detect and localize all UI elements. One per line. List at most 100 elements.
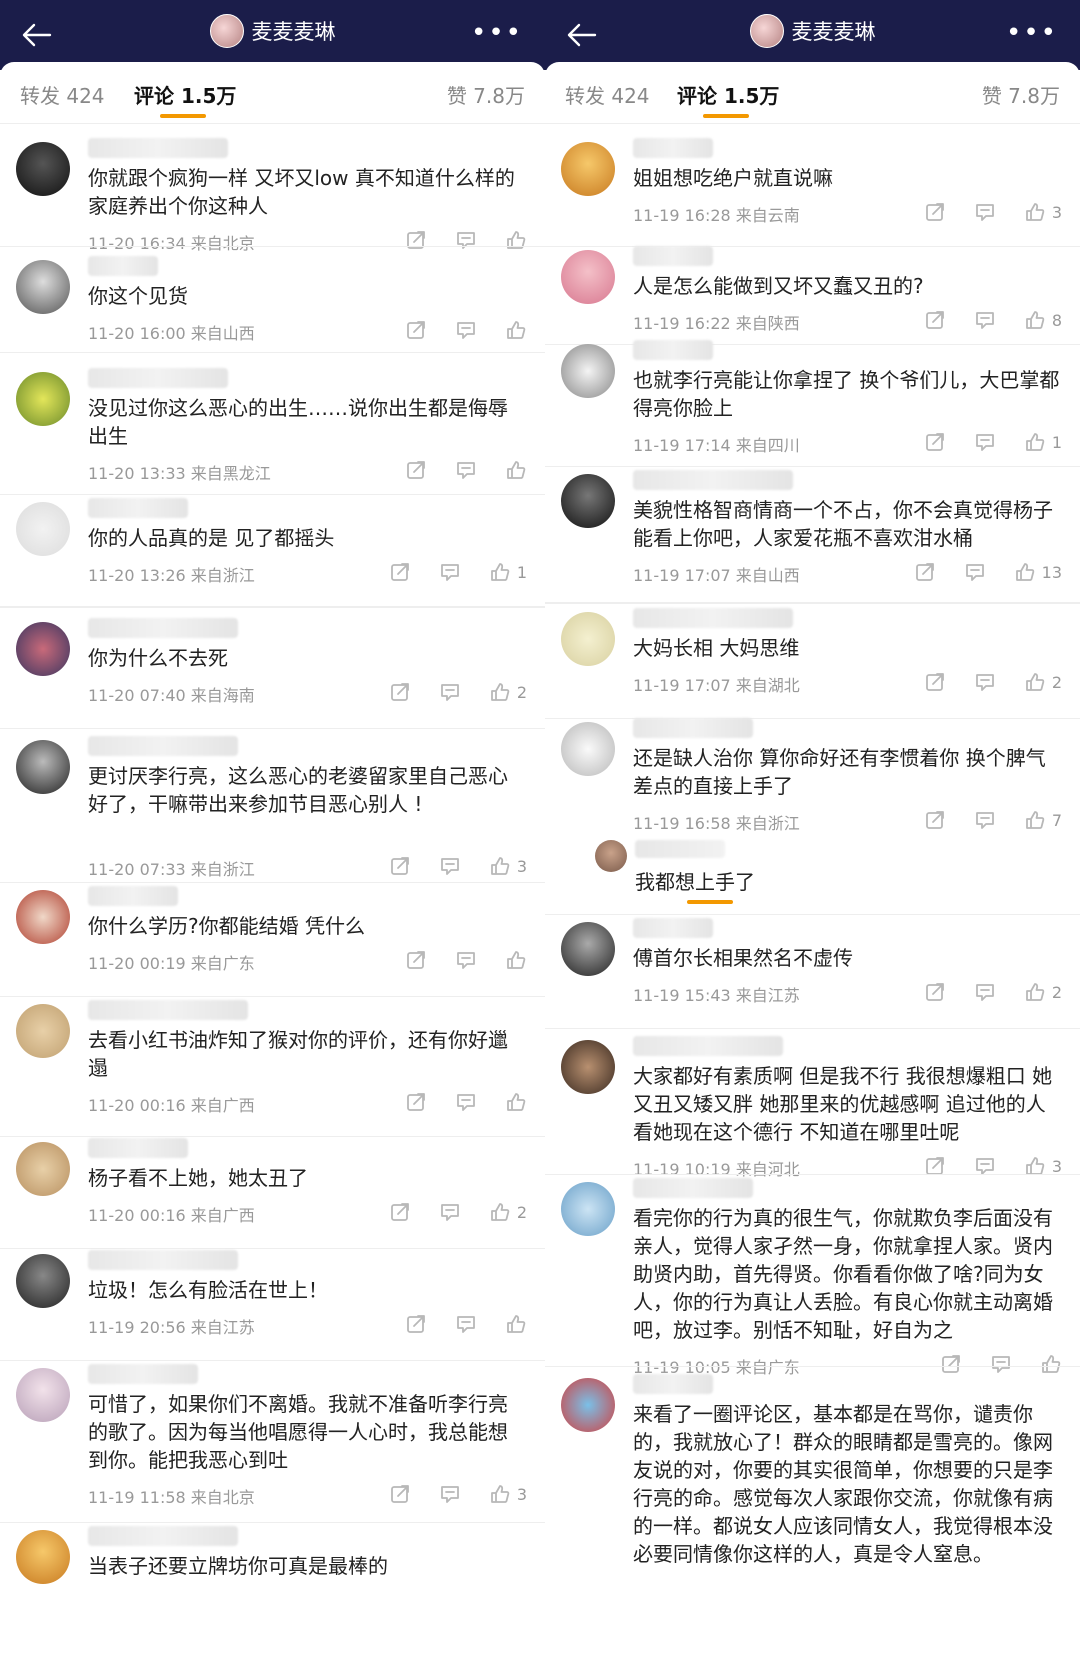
repost-icon[interactable] <box>405 319 427 341</box>
comment-icon[interactable] <box>439 1483 461 1505</box>
avatar[interactable] <box>561 344 615 398</box>
comment-icon[interactable] <box>974 981 996 1003</box>
comment-item[interactable]: 姐姐想吃绝户就直说嘛 11-19 16:28 来自云南 3 <box>545 136 1080 246</box>
like-icon[interactable] <box>505 949 527 971</box>
like-button[interactable]: 2 <box>489 681 527 703</box>
comment-item[interactable]: 你的人品真的是 见了都摇头 11-20 13:26 来自浙江 1 <box>0 496 545 606</box>
like-button[interactable]: 2 <box>1024 981 1062 1003</box>
comment-icon[interactable] <box>439 855 461 877</box>
repost-icon[interactable] <box>924 671 946 693</box>
avatar[interactable] <box>561 722 615 776</box>
repost-icon[interactable] <box>389 855 411 877</box>
comment-item[interactable]: 垃圾！怎么有脸活在世上！ 11-19 20:56 来自江苏 <box>0 1248 545 1360</box>
avatar[interactable] <box>561 1182 615 1236</box>
avatar[interactable] <box>561 474 615 528</box>
like-icon[interactable] <box>489 561 511 583</box>
like-icon[interactable] <box>489 681 511 703</box>
avatar[interactable] <box>16 1004 70 1058</box>
tab-repost[interactable]: 转发 424 <box>20 80 105 109</box>
comment-icon[interactable] <box>974 809 996 831</box>
avatar[interactable] <box>16 1530 70 1584</box>
avatar[interactable] <box>16 142 70 196</box>
like-button[interactable] <box>505 319 527 341</box>
avatar[interactable] <box>16 502 70 556</box>
comment-item[interactable]: 你什么学历?你都能结婚 凭什么 11-20 00:19 来自广东 <box>0 884 545 996</box>
avatar[interactable] <box>749 14 784 48</box>
avatar[interactable] <box>561 612 615 666</box>
like-button[interactable]: 1 <box>1024 431 1062 453</box>
comment-item[interactable]: 你这个见货 11-20 16:00 来自山西 <box>0 254 545 352</box>
comment-item[interactable]: 也就李行亮能让你拿捏了 换个爷们儿，大巴掌都得亮你脸上 11-19 17:14 来… <box>545 338 1080 466</box>
like-icon[interactable] <box>1024 981 1046 1003</box>
username-blurred[interactable] <box>633 246 713 266</box>
avatar[interactable] <box>16 890 70 944</box>
comment-icon[interactable] <box>455 229 477 251</box>
username-blurred[interactable] <box>633 470 793 490</box>
avatar[interactable] <box>16 622 70 676</box>
comment-item[interactable]: 没见过你这么恶心的出生……说你出生都是侮辱出生 11-20 13:33 来自黑龙江 <box>0 366 545 494</box>
like-button[interactable] <box>505 1091 527 1113</box>
like-icon[interactable] <box>505 229 527 251</box>
repost-icon[interactable] <box>405 1313 427 1335</box>
repost-icon[interactable] <box>924 981 946 1003</box>
comment-icon[interactable] <box>974 671 996 693</box>
comment-icon[interactable] <box>974 431 996 453</box>
username-blurred[interactable] <box>633 1374 713 1394</box>
repost-icon[interactable] <box>389 681 411 703</box>
like-button[interactable]: 3 <box>489 1483 527 1505</box>
comment-icon[interactable] <box>974 309 996 331</box>
avatar[interactable] <box>561 1378 615 1432</box>
username-blurred[interactable] <box>633 608 793 628</box>
username-blurred[interactable] <box>88 1000 248 1020</box>
like-button[interactable]: 8 <box>1024 309 1062 331</box>
comment-item[interactable]: 来看了一圈评论区，基本都是在骂你，谴责你的，我就放心了！群众的眼睛都是雪亮的。像… <box>545 1372 1080 1672</box>
comment-icon[interactable] <box>439 561 461 583</box>
username-blurred[interactable] <box>633 918 713 938</box>
comment-item[interactable]: 还是缺人治你 算你命好还有李惯着你 换个脾气差点的直接上手了 11-19 16:5… <box>545 716 1080 914</box>
comment-icon[interactable] <box>455 1091 477 1113</box>
comment-item[interactable]: 人是怎么能做到又坏又蠢又丑的? 11-19 16:22 来自陕西 8 <box>545 244 1080 344</box>
comment-icon[interactable] <box>974 201 996 223</box>
more-dots-icon[interactable]: ••• <box>1006 20 1058 46</box>
like-icon[interactable] <box>505 1091 527 1113</box>
repost-icon[interactable] <box>924 201 946 223</box>
like-icon[interactable] <box>1024 431 1046 453</box>
comment-icon[interactable] <box>439 1201 461 1223</box>
repost-icon[interactable] <box>389 1201 411 1223</box>
repost-icon[interactable] <box>924 809 946 831</box>
avatar[interactable] <box>16 1254 70 1308</box>
comment-icon[interactable] <box>439 681 461 703</box>
like-icon[interactable] <box>489 855 511 877</box>
comment-icon[interactable] <box>455 319 477 341</box>
comment-icon[interactable] <box>455 949 477 971</box>
username-blurred[interactable] <box>633 718 753 738</box>
username-blurred[interactable] <box>633 138 713 158</box>
like-button[interactable]: 3 <box>1024 201 1062 223</box>
repost-icon[interactable] <box>924 431 946 453</box>
comment-icon[interactable] <box>455 1313 477 1335</box>
like-button[interactable]: 7 <box>1024 809 1062 831</box>
username-blurred[interactable] <box>633 1036 783 1056</box>
tab-likes[interactable]: 赞 7.8万 <box>982 80 1060 109</box>
like-icon[interactable] <box>489 1201 511 1223</box>
comment-item[interactable]: 更讨厌李行亮，这么恶心的老婆留家里自己恶心好了，干嘛带出来参加节目恶心别人 ! 1… <box>0 734 545 882</box>
like-icon[interactable] <box>505 319 527 341</box>
comment-icon[interactable] <box>964 561 986 583</box>
repost-icon[interactable] <box>389 1483 411 1505</box>
username-blurred[interactable] <box>88 886 178 906</box>
comment-item[interactable]: 你就跟个疯狗一样 又坏又low 真不知道什么样的家庭养出个你这种人 11-20 1… <box>0 136 545 253</box>
comment-item[interactable]: 可惜了，如果你们不离婚。我就不准备听李行亮的歌了。因为每当他唱愿得一人心时，我总… <box>0 1362 545 1522</box>
repost-icon[interactable] <box>914 561 936 583</box>
tab-comments[interactable]: 评论 1.5万 <box>677 80 779 109</box>
repost-icon[interactable] <box>405 459 427 481</box>
like-icon[interactable] <box>1024 809 1046 831</box>
like-button[interactable]: 2 <box>1024 671 1062 693</box>
like-icon[interactable] <box>1024 201 1046 223</box>
avatar[interactable] <box>561 142 615 196</box>
like-icon[interactable] <box>1024 309 1046 331</box>
avatar[interactable] <box>209 14 244 48</box>
like-button[interactable]: 1 <box>489 561 527 583</box>
like-icon[interactable] <box>1014 561 1036 583</box>
like-button[interactable] <box>505 229 527 251</box>
repost-icon[interactable] <box>405 949 427 971</box>
